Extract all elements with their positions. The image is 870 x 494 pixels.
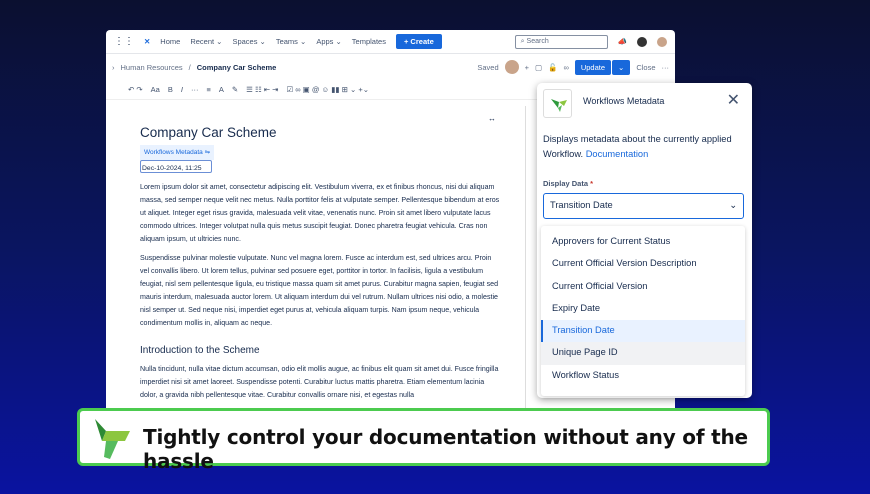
dropdown-options: Approvers for Current Status Current Off…: [541, 226, 745, 396]
workflows-logo: [543, 89, 572, 118]
highlight-icon[interactable]: ✎: [232, 85, 238, 94]
page-content[interactable]: Company Car Scheme Workflows Metadata ⇋ …: [140, 126, 500, 408]
option[interactable]: Expiry Date: [541, 298, 745, 320]
selected-value: Transition Date: [550, 200, 613, 210]
italic-icon[interactable]: I: [181, 85, 183, 94]
text-color-icon[interactable]: A: [219, 85, 224, 94]
macro-value[interactable]: Dec-10-2024, 11:25: [140, 160, 212, 173]
avatar[interactable]: [657, 36, 667, 47]
nav-recent[interactable]: Recent ⌄: [190, 37, 222, 46]
more-icon[interactable]: ···: [662, 63, 670, 72]
nav-teams[interactable]: Teams ⌄: [276, 37, 306, 46]
nav-spaces[interactable]: Spaces ⌄: [232, 37, 265, 46]
required-marker: *: [590, 179, 594, 188]
notifications-icon[interactable]: 📣: [618, 37, 627, 46]
field-label: Display Data: [543, 179, 589, 188]
link-icon[interactable]: ∞: [563, 63, 568, 72]
panel-description: Displays metadata about the currently ap…: [543, 132, 743, 162]
option[interactable]: Current Official Version Description: [541, 253, 745, 275]
nav-apps[interactable]: Apps ⌄: [316, 37, 341, 46]
confluence-logo[interactable]: ✕: [144, 37, 150, 46]
page-title: Company Car Scheme: [140, 125, 277, 140]
breadcrumb: › Human Resources / Company Car Scheme Sa…: [106, 54, 675, 80]
text-style-dropdown[interactable]: Aa: [151, 85, 160, 94]
align-icon[interactable]: ≡: [206, 85, 210, 94]
update-button[interactable]: Update: [574, 59, 612, 75]
save-status: Saved: [477, 62, 499, 72]
promo-banner: Tightly control your documentation witho…: [77, 408, 770, 473]
create-button[interactable]: + Create: [395, 34, 442, 49]
option[interactable]: Approvers for Current Status: [541, 231, 745, 253]
insert-icons[interactable]: ☑ ∞ ▣ @ ☺ ▮▮ ⊞ ⌄ +⌄: [286, 85, 369, 94]
workflows-logo-large: [95, 419, 130, 459]
paragraph: Nulla tincidunt, nulla vitae dictum accu…: [140, 365, 499, 399]
macro-label: Workflows Metadata: [144, 149, 203, 156]
expand-sidebar-icon[interactable]: ›: [112, 63, 115, 72]
collaborator-avatar[interactable]: [504, 60, 519, 74]
banner-text: Tightly control your documentation witho…: [143, 425, 748, 473]
workflows-metadata-macro[interactable]: Workflows Metadata ⇋: [140, 145, 215, 160]
option-hovered[interactable]: Unique Page ID: [541, 342, 745, 365]
undo-icon[interactable]: ↶ ↷: [128, 85, 143, 94]
option-selected[interactable]: Transition Date: [541, 320, 745, 343]
breadcrumb-parent[interactable]: Human Resources: [121, 63, 183, 72]
documentation-link[interactable]: Documentation: [586, 149, 649, 159]
help-icon[interactable]: [637, 36, 647, 47]
expand-width-icon[interactable]: ↔: [488, 114, 496, 123]
nav-templates[interactable]: Templates: [352, 37, 386, 46]
lock-icon[interactable]: 🔓: [548, 63, 557, 72]
macro-config-panel: Workflows Metadata ✕ Displays metadata a…: [537, 83, 752, 398]
paragraph: Suspendisse pulvinar molestie vulputate.…: [140, 254, 499, 327]
app-switcher-icon[interactable]: ⋮⋮: [114, 36, 134, 47]
display-data-select[interactable]: Transition Date ⌄: [543, 193, 744, 219]
close-icon[interactable]: ✕: [727, 90, 740, 110]
breadcrumb-current: Company Car Scheme: [196, 62, 277, 72]
comment-icon[interactable]: ▢: [535, 63, 542, 72]
list-icons[interactable]: ☰ ☷ ⇤ ⇥: [246, 85, 278, 94]
display-data-label: Display Data *: [543, 179, 593, 188]
section-heading: Introduction to the Scheme: [140, 345, 260, 356]
panel-title: Workflows Metadata: [583, 96, 665, 106]
search-input[interactable]: ⌕ Search: [514, 34, 608, 49]
option[interactable]: Workflow Status: [541, 365, 745, 387]
option[interactable]: Current Official Version: [541, 276, 745, 298]
chevron-down-icon: ⌄: [729, 200, 737, 210]
panel-divider: [525, 106, 526, 420]
top-nav: ⋮⋮ ✕ Home Recent ⌄ Spaces ⌄ Teams ⌄ Apps…: [106, 30, 675, 54]
update-dropdown[interactable]: ⌄: [612, 59, 631, 75]
paragraph: Lorem ipsum dolor sit amet, consectetur …: [140, 183, 500, 243]
more-format-icon[interactable]: ···: [191, 85, 199, 94]
nav-home[interactable]: Home: [160, 37, 180, 46]
bold-icon[interactable]: B: [168, 85, 173, 94]
close-button[interactable]: Close: [636, 63, 655, 72]
search-placeholder: Search: [526, 37, 549, 45]
add-collaborator-icon[interactable]: +: [525, 63, 529, 72]
